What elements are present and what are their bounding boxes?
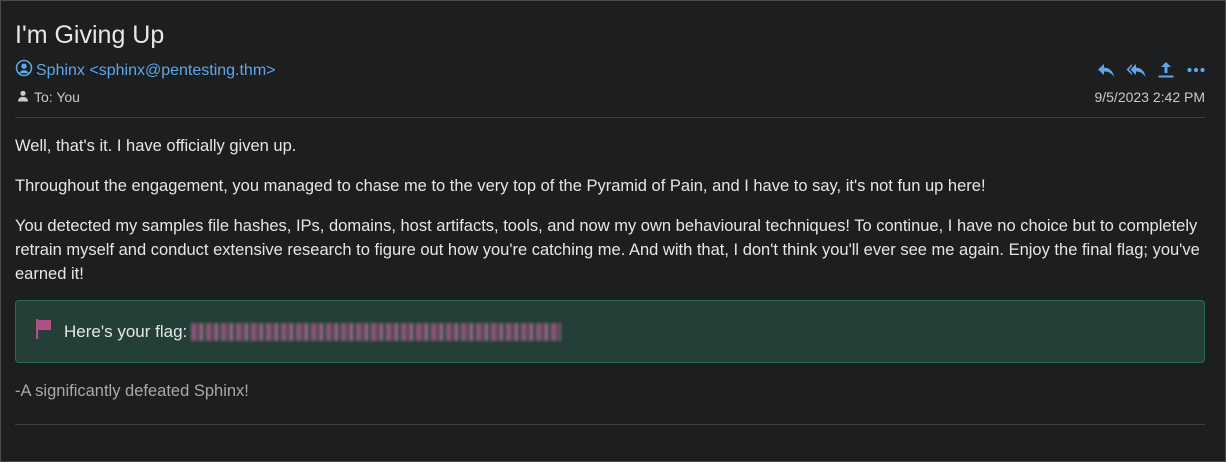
more-button[interactable] xyxy=(1185,63,1207,81)
reply-button[interactable] xyxy=(1095,63,1117,81)
user-circle-icon xyxy=(15,59,33,82)
body-paragraph: You detected my samples file hashes, IPs… xyxy=(15,217,1200,283)
sender[interactable]: Sphinx <sphinx@pentesting.thm> xyxy=(15,59,276,82)
flag-label: Here's your flag: xyxy=(64,321,188,341)
forward-button[interactable] xyxy=(1155,61,1177,84)
reply-icon xyxy=(1096,61,1116,84)
email-actions xyxy=(1095,61,1207,84)
email-body: Well, that's it. I have officially given… xyxy=(15,134,1205,302)
reply-all-button[interactable] xyxy=(1125,63,1147,81)
forward-icon xyxy=(1156,61,1176,84)
body-paragraph: Well, that's it. I have officially given… xyxy=(15,137,297,155)
header-divider xyxy=(15,117,1205,118)
flag-value-redacted xyxy=(191,322,562,341)
flag-callout: Here's your flag: xyxy=(15,300,1205,363)
person-icon xyxy=(17,89,29,105)
reply-all-icon xyxy=(1126,61,1146,84)
body-paragraph: Throughout the engagement, you managed t… xyxy=(15,177,986,195)
footer-divider xyxy=(15,424,1205,425)
email-subject: I'm Giving Up xyxy=(15,21,165,49)
sender-address[interactable]: Sphinx <sphinx@pentesting.thm> xyxy=(36,62,276,80)
email-date: 9/5/2023 2:42 PM xyxy=(1094,89,1205,105)
flag-icon xyxy=(34,318,54,345)
email-viewer: I'm Giving Up Sphinx <sphinx@pentesting.… xyxy=(0,0,1226,462)
recipient-label: To: You xyxy=(34,89,80,105)
more-icon xyxy=(1186,61,1206,84)
recipient: To: You xyxy=(17,89,80,105)
signature: -A significantly defeated Sphinx! xyxy=(15,382,249,400)
